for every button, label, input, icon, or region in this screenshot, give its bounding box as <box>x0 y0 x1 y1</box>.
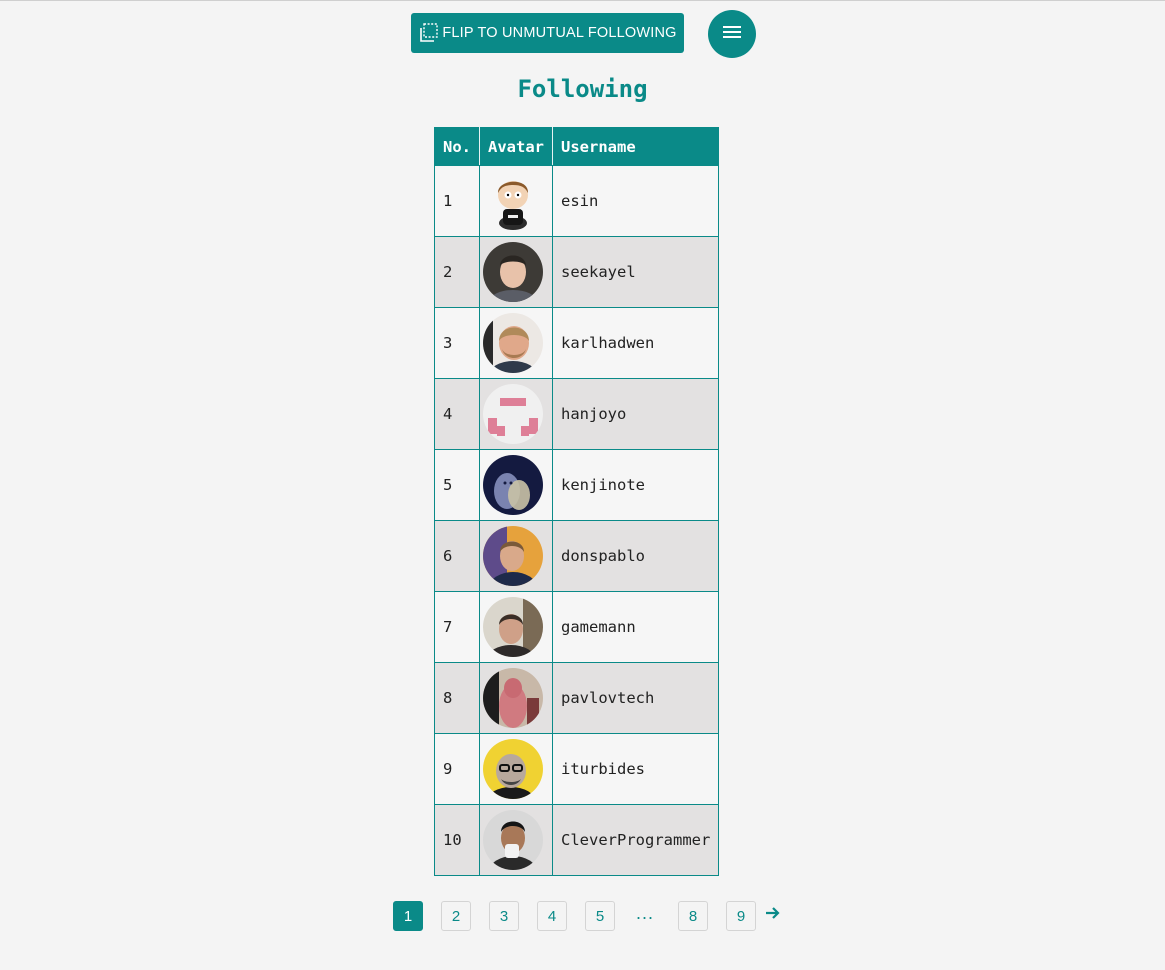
column-header-avatar: Avatar <box>479 127 553 166</box>
table-row: 2 seekayel <box>434 236 720 308</box>
pagination: 1 2 3 4 5 ... 8 9 <box>393 901 793 933</box>
hamburger-menu-icon <box>722 24 742 45</box>
page-title: Following <box>517 75 648 103</box>
table-row: 5 kenjinote <box>434 449 720 521</box>
username[interactable]: karlhadwen <box>551 307 720 379</box>
page-button-9[interactable]: 9 <box>726 901 756 931</box>
username[interactable]: pavlovtech <box>551 662 720 734</box>
row-number: 9 <box>434 733 480 805</box>
username[interactable]: donspablo <box>551 520 720 592</box>
row-number: 5 <box>434 449 480 521</box>
table-row: 8 pavlovtech <box>434 662 720 734</box>
row-number: 8 <box>434 662 480 734</box>
menu-button[interactable] <box>708 10 756 58</box>
username[interactable]: gamemann <box>551 591 720 663</box>
row-number: 4 <box>434 378 480 450</box>
row-number: 7 <box>434 591 480 663</box>
table-row: 3 karlhadwen <box>434 307 720 379</box>
table-row: 4 hanjoyo <box>434 378 720 450</box>
username[interactable]: CleverProgrammer <box>551 804 720 876</box>
avatar[interactable] <box>483 526 543 586</box>
page-button-1[interactable]: 1 <box>393 901 423 931</box>
table-row: 10 CleverProgrammer <box>434 804 720 876</box>
arrow-right-icon[interactable] <box>765 905 781 926</box>
username[interactable]: esin <box>551 165 720 237</box>
avatar[interactable] <box>483 739 543 799</box>
avatar[interactable] <box>483 384 543 444</box>
username[interactable]: hanjoyo <box>551 378 720 450</box>
avatar[interactable] <box>483 242 543 302</box>
username[interactable]: kenjinote <box>551 449 720 521</box>
table-row: 6 donspablo <box>434 520 720 592</box>
page-button-3[interactable]: 3 <box>489 901 519 931</box>
page-button-4[interactable]: 4 <box>537 901 567 931</box>
table-header-row: No. Avatar Username <box>434 127 720 166</box>
page-button-5[interactable]: 5 <box>585 901 615 931</box>
row-number: 3 <box>434 307 480 379</box>
page-button-8[interactable]: 8 <box>678 901 708 931</box>
avatar[interactable] <box>483 597 543 657</box>
row-number: 2 <box>434 236 480 308</box>
avatar[interactable] <box>483 455 543 515</box>
following-table: No. Avatar Username 1 esin 2 seekayel 3 … <box>434 127 720 876</box>
column-header-username: Username <box>551 127 720 166</box>
table-row: 1 esin <box>434 165 720 237</box>
username[interactable]: iturbides <box>551 733 720 805</box>
flip-to-unmutual-following-button[interactable]: FLIP TO UNMUTUAL FOLLOWING <box>411 13 684 53</box>
row-number: 1 <box>434 165 480 237</box>
top-toolbar: FLIP TO UNMUTUAL FOLLOWING <box>0 10 1165 58</box>
row-number: 6 <box>434 520 480 592</box>
page-button-2[interactable]: 2 <box>441 901 471 931</box>
column-header-no: No. <box>434 127 480 166</box>
avatar[interactable] <box>483 171 543 231</box>
username[interactable]: seekayel <box>551 236 720 308</box>
avatar[interactable] <box>483 313 543 373</box>
table-row: 9 iturbides <box>434 733 720 805</box>
row-number: 10 <box>434 804 480 876</box>
avatar[interactable] <box>483 668 543 728</box>
table-row: 7 gamemann <box>434 591 720 663</box>
flip-button-label: FLIP TO UNMUTUAL FOLLOWING <box>442 25 677 41</box>
avatar[interactable] <box>483 810 543 870</box>
flip-icon <box>418 23 440 43</box>
pagination-ellipsis: ... <box>636 903 655 923</box>
